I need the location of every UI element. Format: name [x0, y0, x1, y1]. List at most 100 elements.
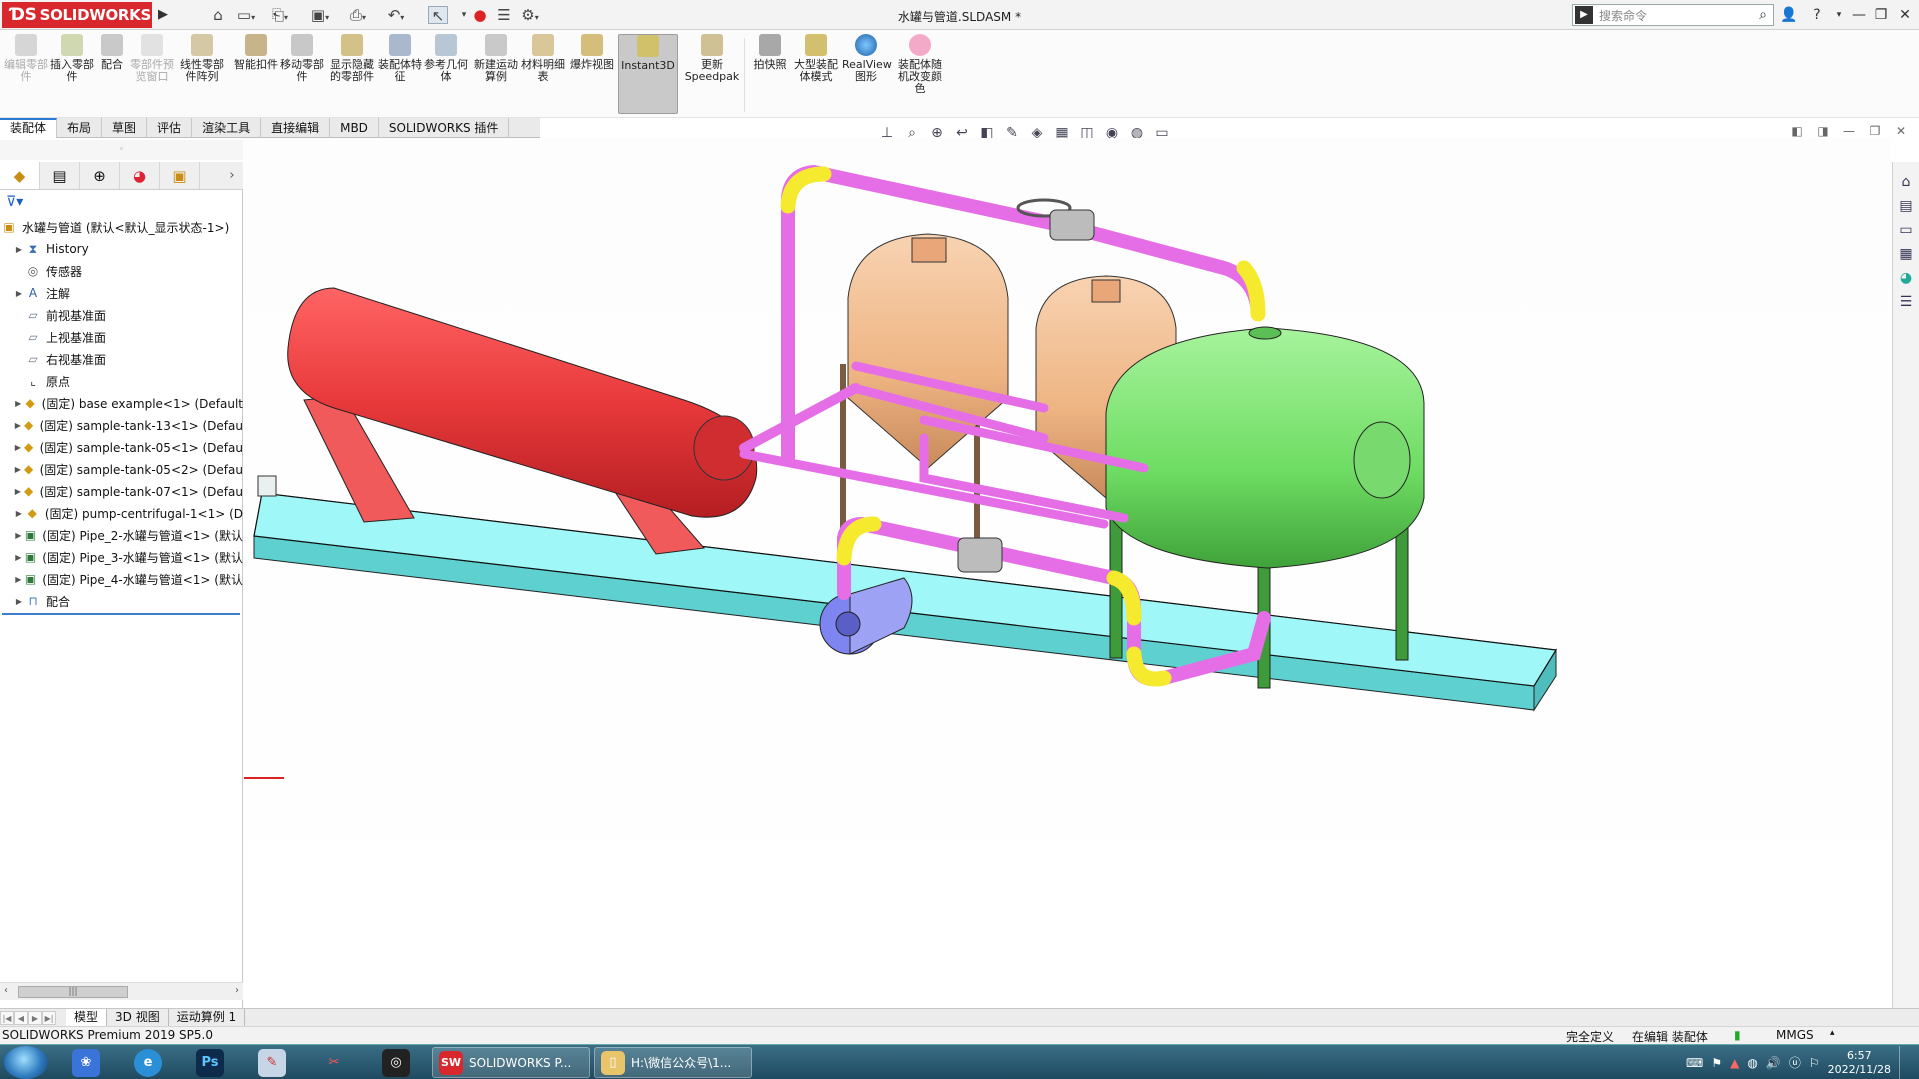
- rebuild-status-icon[interactable]: ▮: [1734, 1028, 1741, 1042]
- keyboard-icon[interactable]: ⌨: [1686, 1056, 1703, 1070]
- smart-fasteners-button[interactable]: 智能扣件: [234, 34, 278, 114]
- more-tabs-arrow-icon[interactable]: ›: [221, 162, 243, 189]
- viewport-tile-right-icon[interactable]: ◨: [1814, 124, 1832, 138]
- taskbar-app-paint[interactable]: ✎: [246, 1047, 298, 1078]
- tab-model[interactable]: 模型: [66, 1009, 108, 1026]
- solidworks-resources-icon[interactable]: ⌂: [1896, 172, 1916, 192]
- minimize-window-icon[interactable]: —: [1848, 4, 1870, 26]
- assembly-features-button[interactable]: 装配体特征: [378, 34, 422, 114]
- linear-pattern-button[interactable]: 线性零部件阵列: [180, 34, 224, 114]
- viewport-tile-left-icon[interactable]: ◧: [1788, 124, 1806, 138]
- tree-item[interactable]: ▱ 前视基准面: [0, 304, 243, 326]
- expand-arrow-icon[interactable]: ▶: [14, 289, 24, 298]
- custom-properties-icon[interactable]: ☰: [1896, 292, 1916, 312]
- unit-system-dropdown-icon[interactable]: ▴: [1830, 1028, 1835, 1038]
- restore-window-icon[interactable]: ❐: [1870, 4, 1892, 26]
- edit-component-button[interactable]: 编辑零部件: [4, 34, 48, 114]
- expand-arrow-icon[interactable]: ▶: [14, 553, 23, 562]
- tree-item[interactable]: ▶ ◆ (固定) sample-tank-05<2> (Defau: [0, 458, 243, 480]
- action-center-icon[interactable]: ⚐: [1809, 1056, 1820, 1070]
- lifting-lug[interactable]: [257, 475, 277, 497]
- tab-nav-prev-icon[interactable]: ◀: [14, 1010, 28, 1025]
- expand-arrow-icon[interactable]: ▶: [14, 421, 22, 430]
- filter-icon[interactable]: ⊽▾: [6, 194, 23, 210]
- reference-geometry-button[interactable]: 参考几何体: [424, 34, 468, 114]
- search-input[interactable]: 搜索命令: [1595, 7, 1753, 24]
- tree-item[interactable]: ▶ ◆ (固定) base example<1> (Default: [0, 392, 243, 414]
- expand-arrow-icon[interactable]: ▶: [14, 597, 24, 606]
- take-snapshot-button[interactable]: 拍快照: [748, 34, 792, 114]
- tray-app-icon[interactable]: ▲: [1730, 1056, 1739, 1070]
- tab-3d-views[interactable]: 3D 视图: [107, 1009, 169, 1026]
- tree-item[interactable]: ▶ ⊓ 配合: [0, 590, 243, 612]
- tree-item[interactable]: ▶ ▣ (固定) Pipe_3-水罐与管道<1> (默认: [0, 546, 243, 568]
- tab-mbd[interactable]: MBD: [330, 118, 379, 138]
- display-manager-icon[interactable]: ▣: [160, 162, 200, 189]
- search-icon[interactable]: ⌕: [1753, 7, 1773, 23]
- exploded-view-button[interactable]: 爆炸视图: [570, 34, 614, 114]
- expand-arrow-icon[interactable]: ▶: [14, 531, 23, 540]
- scroll-left-icon[interactable]: ‹: [4, 985, 8, 996]
- help-dropdown-icon[interactable]: ▾: [1828, 4, 1850, 26]
- expand-arrow-icon[interactable]: ▶: [14, 443, 22, 452]
- appearances-scenes-icon[interactable]: ◕: [1896, 268, 1916, 288]
- tab-nav-last-icon[interactable]: ▶|: [42, 1010, 56, 1025]
- update-speedpak-button[interactable]: 更新Speedpak: [684, 34, 740, 114]
- configuration-manager-icon[interactable]: ⊕: [80, 162, 120, 189]
- large-assembly-mode-button[interactable]: 大型装配体模式: [792, 34, 840, 114]
- tab-render-tools[interactable]: 渲染工具: [192, 118, 262, 138]
- assembly-3d-model[interactable]: [244, 138, 1891, 1008]
- tab-nav-first-icon[interactable]: |◀: [0, 1010, 14, 1025]
- start-button[interactable]: [4, 1046, 48, 1079]
- tab-evaluate[interactable]: 评估: [147, 118, 193, 138]
- taskbar-window-solidworks[interactable]: SW SOLIDWORKS P...: [432, 1047, 590, 1078]
- property-manager-icon[interactable]: ▤: [40, 162, 80, 189]
- new-motion-study-button[interactable]: 新建运动算例: [474, 34, 518, 114]
- tab-layout[interactable]: 布局: [57, 118, 103, 138]
- insert-component-button[interactable]: 插入零部件: [50, 34, 94, 114]
- scroll-right-icon[interactable]: ›: [235, 985, 239, 996]
- tree-item[interactable]: ▱ 右视基准面: [0, 348, 243, 370]
- tab-nav-next-icon[interactable]: ▶: [28, 1010, 42, 1025]
- tree-rollback-bar[interactable]: [2, 613, 240, 615]
- mate-button[interactable]: 配合: [90, 34, 134, 114]
- tree-item[interactable]: ◎ 传感器: [0, 260, 243, 282]
- expand-arrow-icon[interactable]: ▶: [14, 245, 24, 254]
- command-search-mode-icon[interactable]: ▶: [1575, 6, 1593, 24]
- realview-graphics-button[interactable]: RealView图形: [842, 34, 892, 114]
- tree-item[interactable]: ▶ ◆ (固定) sample-tank-05<1> (Defau: [0, 436, 243, 458]
- taskbar-app-photoshop[interactable]: Ps: [184, 1047, 236, 1078]
- tree-item[interactable]: ▱ 上视基准面: [0, 326, 243, 348]
- panel-grip[interactable]: ◦: [0, 140, 243, 160]
- taskbar-app-capture[interactable]: ◎: [370, 1047, 422, 1078]
- taskbar-app-baidu[interactable]: ❀: [60, 1047, 112, 1078]
- bill-of-materials-button[interactable]: 材料明细表: [521, 34, 565, 114]
- taskbar-app-ie[interactable]: e: [122, 1047, 174, 1078]
- tree-item[interactable]: ▶ ◆ (固定) sample-tank-13<1> (Defau: [0, 414, 243, 436]
- move-component-button[interactable]: 移动零部件: [280, 34, 324, 114]
- tree-horizontal-scrollbar[interactable]: ‹ ||| ›: [0, 982, 243, 1000]
- scroll-thumb[interactable]: |||: [18, 986, 128, 998]
- expand-arrow-icon[interactable]: ▶: [14, 509, 24, 518]
- tree-item[interactable]: ⌞ 原点: [0, 370, 243, 392]
- expand-arrow-icon[interactable]: ▶: [14, 465, 22, 474]
- tab-solidworks-addins[interactable]: SOLIDWORKS 插件: [379, 118, 510, 138]
- design-library-icon[interactable]: ▤: [1896, 196, 1916, 216]
- tree-root-assembly[interactable]: ▣ 水罐与管道 (默认<默认_显示状态-1>): [0, 216, 243, 238]
- expand-arrow-icon[interactable]: ▶: [14, 399, 22, 408]
- appearance-manager-icon[interactable]: ◕: [120, 162, 160, 189]
- component-preview-button[interactable]: 零部件预览窗口: [130, 34, 174, 114]
- tree-item[interactable]: ▶ ▣ (固定) Pipe_2-水罐与管道<1> (默认: [0, 524, 243, 546]
- input-method-icon[interactable]: ⓤ: [1789, 1054, 1801, 1071]
- tab-motion-study-1[interactable]: 运动算例 1: [169, 1009, 246, 1026]
- randomize-colors-button[interactable]: 装配体随机改变颜色: [896, 34, 944, 114]
- command-search[interactable]: ▶ 搜索命令 ⌕: [1572, 4, 1774, 26]
- tab-direct-editing[interactable]: 直接编辑: [261, 118, 331, 138]
- network-icon[interactable]: ◍: [1747, 1056, 1757, 1070]
- instant3d-button[interactable]: Instant3D: [618, 34, 678, 114]
- tree-item[interactable]: ▶ A 注解: [0, 282, 243, 304]
- tree-item[interactable]: ▶ ◆ (固定) sample-tank-07<1> (Defau: [0, 480, 243, 502]
- show-hidden-components-button[interactable]: 显示隐藏的零部件: [330, 34, 374, 114]
- tab-assembly[interactable]: 装配体: [0, 118, 58, 138]
- tree-item[interactable]: ▶ ▣ (固定) Pipe_4-水罐与管道<1> (默认: [0, 568, 243, 590]
